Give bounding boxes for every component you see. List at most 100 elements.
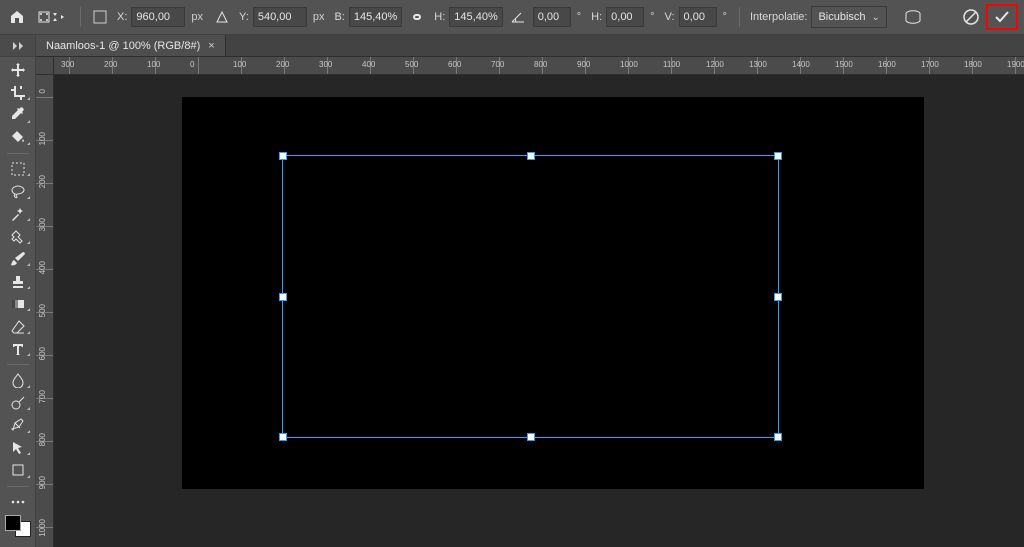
- dodge-tool[interactable]: [4, 394, 32, 413]
- skewv-field[interactable]: 0,00: [679, 7, 717, 27]
- tool-separator: [7, 486, 29, 487]
- y-value: 540,00: [258, 11, 292, 23]
- tool-separator: [7, 364, 29, 365]
- lasso-tool[interactable]: [4, 182, 32, 201]
- transform-bounding-box[interactable]: [282, 155, 779, 438]
- cancel-icon[interactable]: [960, 6, 982, 28]
- handle-bottom-left[interactable]: [279, 433, 287, 441]
- x-label: X:: [117, 11, 127, 23]
- skewv-label: V:: [665, 11, 675, 23]
- ruler-tick-label: 1000: [38, 519, 47, 537]
- y-unit: px: [313, 11, 325, 23]
- warp-icon[interactable]: [902, 6, 924, 28]
- ruler-tick-label: 400: [362, 60, 375, 69]
- handle-bottom-right[interactable]: [774, 433, 782, 441]
- separator: [739, 7, 740, 27]
- more-tools-icon[interactable]: [4, 493, 32, 512]
- ruler-tick-label: 500: [38, 304, 47, 317]
- h-field[interactable]: 145,40%: [449, 7, 502, 27]
- ruler-tick-label: 900: [577, 60, 590, 69]
- angle-field[interactable]: 0,00: [533, 7, 571, 27]
- link-icon[interactable]: [406, 6, 428, 28]
- handle-bottom-middle[interactable]: [527, 433, 535, 441]
- w-label: B:: [334, 11, 344, 23]
- shape-tool[interactable]: [4, 461, 32, 480]
- reference-point-toggle[interactable]: [89, 6, 111, 28]
- transform-dropdown-icon[interactable]: [32, 6, 72, 28]
- ruler-tick-label: 1500: [835, 60, 853, 69]
- pen-tool[interactable]: [4, 416, 32, 435]
- document-tabs: Naamloos-1 @ 100% (RGB/8#) ×: [36, 35, 1024, 57]
- interp-value: Bicubisch: [818, 11, 865, 23]
- ruler-tick-label: 1100: [663, 60, 680, 69]
- delta-icon[interactable]: [211, 6, 233, 28]
- commit-icon[interactable]: [992, 7, 1012, 27]
- foreground-swatch[interactable]: [5, 515, 21, 531]
- skewh-value: 0,00: [611, 11, 632, 23]
- ruler-tick-label: 1300: [749, 60, 767, 69]
- color-swatches[interactable]: [5, 515, 31, 537]
- ruler-tick-label: 1600: [878, 60, 896, 69]
- handle-top-middle[interactable]: [527, 152, 535, 160]
- stamp-tool[interactable]: [4, 272, 32, 291]
- ruler-tick-label: 600: [38, 347, 47, 360]
- ruler-tick-label: 700: [491, 60, 504, 69]
- x-unit: px: [191, 11, 203, 23]
- ruler-tick-label: 500: [405, 60, 418, 69]
- ruler-origin[interactable]: [36, 57, 54, 75]
- handle-middle-right[interactable]: [774, 293, 782, 301]
- skewh-field[interactable]: 0,00: [606, 7, 644, 27]
- move-tool[interactable]: [4, 61, 32, 80]
- type-tool[interactable]: [4, 340, 32, 359]
- brush-tool[interactable]: [4, 250, 32, 269]
- ruler-tick-label: 800: [38, 433, 47, 446]
- ruler-tick-label: 1800: [964, 60, 982, 69]
- marquee-tool[interactable]: [4, 160, 32, 179]
- y-field[interactable]: 540,00: [253, 7, 307, 27]
- document-tab[interactable]: Naamloos-1 @ 100% (RGB/8#) ×: [36, 35, 226, 56]
- ruler-tick-label: 1200: [706, 60, 724, 69]
- expand-panels-icon[interactable]: [0, 35, 36, 57]
- handle-top-right[interactable]: [774, 152, 782, 160]
- h-value: 145,40%: [454, 11, 497, 23]
- skewv-degree: °: [723, 11, 727, 23]
- ruler-tick-label: 1400: [792, 60, 810, 69]
- h-label: H:: [434, 11, 445, 23]
- w-field[interactable]: 145,40%: [349, 7, 402, 27]
- ruler-tick-label: 100: [147, 60, 160, 69]
- horizontal-ruler[interactable]: 3002001000100200300400500600700800900100…: [36, 57, 1024, 75]
- skewh-label: H:: [591, 11, 602, 23]
- canvas-area[interactable]: [54, 75, 1024, 547]
- handle-top-left[interactable]: [279, 152, 287, 160]
- interp-select[interactable]: Bicubisch: [811, 6, 886, 28]
- x-value: 960,00: [136, 11, 170, 23]
- interp-label: Interpolatie:: [750, 11, 807, 23]
- ruler-tick-label: 200: [276, 60, 289, 69]
- angle-value: 0,00: [538, 11, 559, 23]
- eraser-tool[interactable]: [4, 317, 32, 336]
- fill-tool[interactable]: [4, 129, 32, 148]
- eyedropper-tool[interactable]: [4, 106, 32, 125]
- w-value: 145,40%: [354, 11, 397, 23]
- skewh-degree: °: [650, 11, 654, 23]
- ruler-tick-label: 900: [38, 476, 47, 489]
- separator: [80, 7, 81, 27]
- ruler-tick-label: 200: [38, 175, 47, 188]
- gradient-tool[interactable]: [4, 295, 32, 314]
- ruler-tick-label: 700: [38, 390, 47, 403]
- ruler-tick-label: 300: [319, 60, 332, 69]
- y-label: Y:: [239, 11, 249, 23]
- handle-middle-left[interactable]: [279, 293, 287, 301]
- healing-tool[interactable]: [4, 227, 32, 246]
- path-select-tool[interactable]: [4, 439, 32, 458]
- blur-tool[interactable]: [4, 371, 32, 390]
- x-field[interactable]: 960,00: [131, 7, 185, 27]
- home-icon[interactable]: [6, 6, 28, 28]
- tool-palette: [0, 57, 36, 547]
- document-tab-title: Naamloos-1 @ 100% (RGB/8#): [46, 40, 200, 52]
- ruler-tick-label: 100: [233, 60, 246, 69]
- vertical-ruler[interactable]: 010020030040050060070080090010001100: [36, 75, 54, 547]
- wand-tool[interactable]: [4, 205, 32, 224]
- crop-tool[interactable]: [4, 84, 32, 103]
- close-tab-icon[interactable]: ×: [208, 40, 214, 52]
